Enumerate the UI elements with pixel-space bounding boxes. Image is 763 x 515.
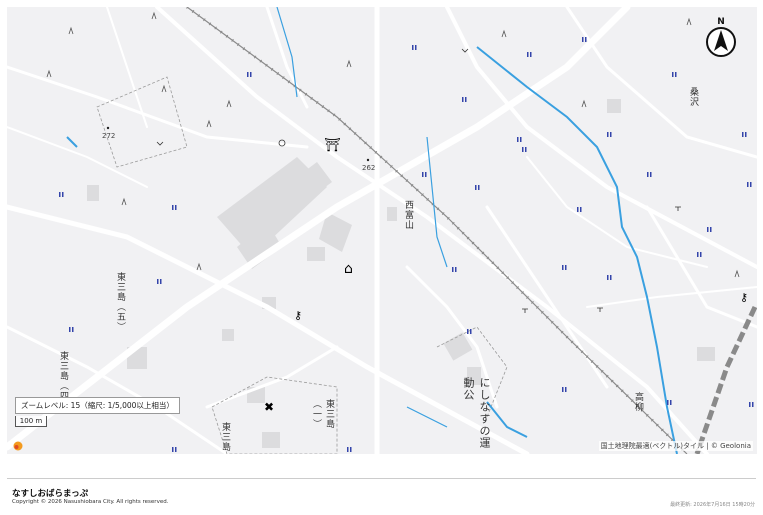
building-layer	[87, 99, 715, 448]
place-label-higashimishima: 東三島	[220, 422, 230, 452]
place-label-higashimishima-4: 東三島（四	[58, 351, 68, 401]
place-label-higashimishima-1: 東三島（一）	[311, 399, 334, 429]
facility-icon[interactable]: ⌂	[344, 261, 353, 277]
copyright-text: Copyright © 2026 Nasushiobara City. All …	[12, 499, 169, 505]
place-label-higashimishima-5: 東三島（五）	[115, 272, 125, 332]
map-attribution[interactable]: 国土地理院最適(ベクトル)タイル | © Geolonia	[598, 441, 753, 451]
key-icon-east[interactable]: ⚷	[740, 291, 748, 304]
north-arrow-icon: N	[703, 13, 739, 57]
last-updated-text: 最終更新: 2026年7月16日 15時20分	[670, 502, 755, 508]
place-label-undo-koen: にしなすの運動公	[462, 377, 491, 449]
north-label: N	[717, 17, 725, 27]
school-icon[interactable]: ✖	[264, 400, 274, 414]
zoom-level-label: ズームレベル: 15（縮尺: 1/5,000以上相当）	[15, 397, 180, 414]
spot-height-272: 272	[102, 132, 116, 140]
scale-bar: 100 m	[15, 416, 47, 427]
place-label-nishitomiyama: 西富山	[403, 200, 413, 230]
spot-height-262: 262	[362, 164, 376, 172]
shrine-icon[interactable]: ⛩	[324, 138, 341, 153]
place-label-kuwahara: 桑沢	[688, 87, 698, 107]
geolonia-logo-icon[interactable]	[13, 436, 23, 451]
key-icon[interactable]: ⚷	[294, 309, 302, 322]
footer-divider	[7, 478, 756, 479]
site-title[interactable]: なすしおばらまっぷ	[12, 487, 88, 499]
map-canvas[interactable]: ⛩ ⌂ ⚷ ⚷ ✖ 272 262 西富山 東三島（五） 東三島（四 東三島（一…	[7, 7, 757, 454]
place-label-takayanagi: 高柳	[633, 392, 643, 412]
map-base-layer	[7, 7, 757, 454]
